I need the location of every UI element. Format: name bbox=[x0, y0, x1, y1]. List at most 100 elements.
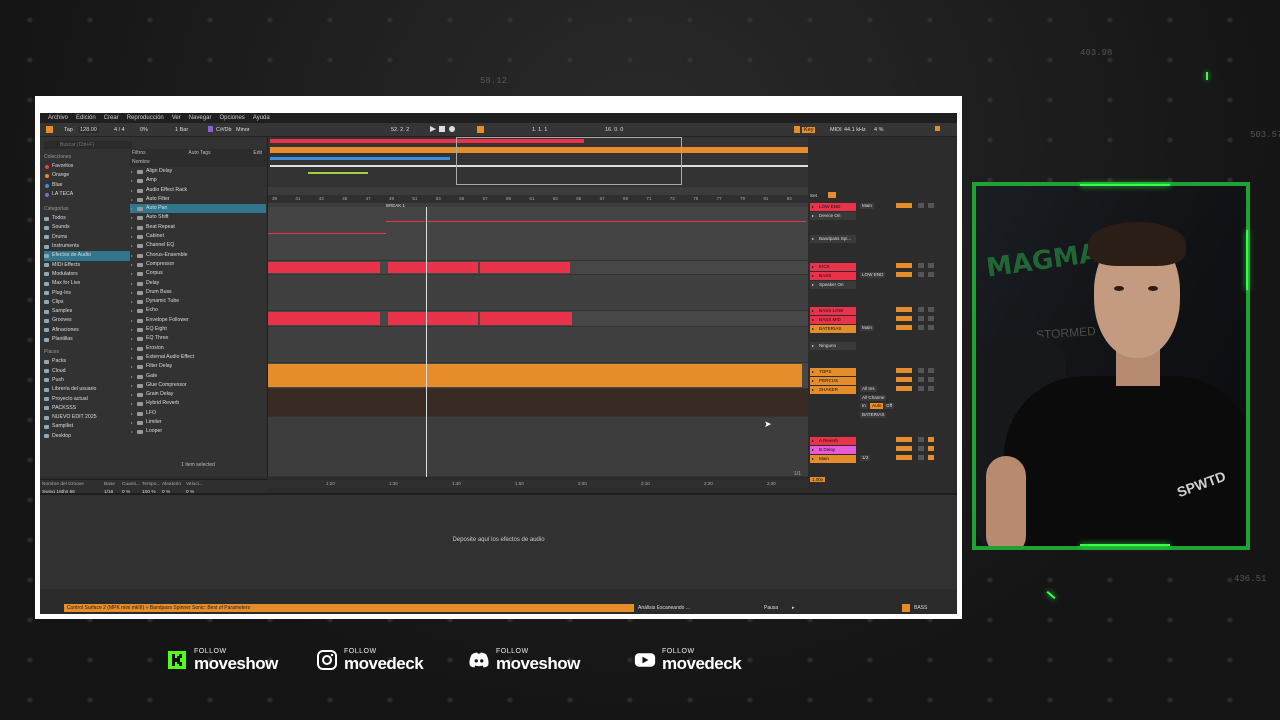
key-map-button[interactable]: Key bbox=[802, 127, 816, 133]
solo-button[interactable] bbox=[918, 263, 924, 268]
arm-button[interactable] bbox=[928, 203, 934, 208]
menu-3[interactable]: Reproducción bbox=[127, 115, 164, 121]
place-item[interactable]: Proyecto actual bbox=[44, 395, 130, 404]
mixer-track-header[interactable]: ▸ Main bbox=[810, 455, 856, 463]
midi-map-button[interactable]: MIDI bbox=[830, 127, 842, 133]
menu-6[interactable]: Opciones bbox=[219, 115, 244, 121]
fold-arrow-icon[interactable]: ▸ bbox=[812, 342, 814, 350]
tempo-field[interactable]: 128.00 bbox=[78, 127, 99, 133]
solo-button[interactable] bbox=[918, 203, 924, 208]
audio-clip[interactable] bbox=[388, 262, 478, 273]
effect-item[interactable]: ▸ Filter Delay bbox=[130, 362, 266, 371]
meter-field[interactable]: 4 / 4 bbox=[114, 127, 125, 133]
expand-arrow-icon[interactable]: ▸ bbox=[131, 381, 133, 390]
arrangement-record-icon[interactable] bbox=[828, 192, 836, 198]
track-lane[interactable] bbox=[268, 311, 808, 327]
effect-item[interactable]: ▸ Cabinet bbox=[130, 232, 266, 241]
effect-item[interactable]: ▸ Auto Filter bbox=[130, 195, 266, 204]
loop-start-field[interactable]: 1. 1. 1 bbox=[532, 127, 547, 133]
effect-item[interactable]: ▸ Envelope Follower bbox=[130, 316, 266, 325]
mixer-track-header[interactable]: ▸ A Reverb bbox=[810, 437, 856, 445]
category-item[interactable]: Efectos de Audio bbox=[44, 251, 130, 261]
mixer-track-header[interactable]: ▸ Ninguno bbox=[810, 342, 856, 350]
fold-arrow-icon[interactable]: ▸ bbox=[812, 437, 814, 445]
expand-arrow-icon[interactable]: ▸ bbox=[131, 344, 133, 353]
effect-item[interactable]: ▸ LFO bbox=[130, 409, 266, 418]
effect-item[interactable]: ▸ Looper bbox=[130, 427, 266, 436]
category-item[interactable]: Todos bbox=[44, 214, 130, 223]
category-item[interactable]: Afinaciones bbox=[44, 326, 130, 335]
volume-field[interactable] bbox=[896, 455, 912, 460]
overview-view-box[interactable] bbox=[456, 137, 682, 185]
key-select[interactable]: C#/Db bbox=[216, 127, 232, 133]
effect-item[interactable]: ▸ Echo bbox=[130, 306, 266, 315]
expand-arrow-icon[interactable]: ▸ bbox=[131, 297, 133, 306]
overview-strip[interactable] bbox=[268, 137, 906, 187]
auto-tags-button[interactable]: Auto Tags bbox=[188, 149, 210, 158]
category-item[interactable]: Samples bbox=[44, 307, 130, 316]
effect-item[interactable]: ▸ Corpus bbox=[130, 269, 266, 278]
menu-7[interactable]: Ayuda bbox=[253, 115, 270, 121]
solo-button[interactable] bbox=[918, 386, 924, 391]
category-item[interactable]: Plug-Ins bbox=[44, 289, 130, 298]
io-select[interactable]: Main bbox=[860, 203, 874, 209]
track-lane[interactable] bbox=[268, 327, 808, 363]
main-ratio[interactable]: 1.00x bbox=[810, 477, 826, 482]
expand-arrow-icon[interactable]: ▸ bbox=[131, 232, 133, 241]
collection-item[interactable]: Favoritos bbox=[44, 162, 130, 171]
audio-clip[interactable] bbox=[268, 312, 380, 325]
fold-arrow-icon[interactable]: ▸ bbox=[812, 281, 814, 289]
effect-item[interactable]: ▸ Align Delay bbox=[130, 167, 266, 176]
expand-arrow-icon[interactable]: ▸ bbox=[131, 306, 133, 315]
monitor-in-button[interactable]: In bbox=[860, 403, 868, 409]
audio-clip[interactable] bbox=[480, 262, 570, 273]
expand-arrow-icon[interactable]: ▸ bbox=[131, 279, 133, 288]
arm-button[interactable] bbox=[928, 307, 934, 312]
effect-item[interactable]: ▸ Glue Compressor bbox=[130, 381, 266, 390]
mixer-track-header[interactable]: ▸ Device On bbox=[810, 212, 856, 220]
menu-1[interactable]: Edición bbox=[76, 115, 96, 121]
expand-arrow-icon[interactable]: ▸ bbox=[131, 316, 133, 325]
solo-button[interactable] bbox=[918, 455, 924, 460]
solo-button[interactable] bbox=[918, 325, 924, 330]
track-lane[interactable] bbox=[268, 363, 808, 389]
mixer-track-header[interactable]: ▸ SHAKER bbox=[810, 386, 856, 394]
category-item[interactable]: Drums bbox=[44, 233, 130, 242]
arm-button[interactable] bbox=[928, 368, 934, 373]
mixer-track-header[interactable]: ▸ PERCUS bbox=[810, 377, 856, 385]
volume-field[interactable] bbox=[896, 203, 912, 208]
expand-arrow-icon[interactable]: ▸ bbox=[131, 362, 133, 371]
io-select[interactable]: BATERIAS bbox=[860, 412, 887, 418]
quantize-select[interactable]: 1 Bar bbox=[175, 127, 188, 133]
volume-field[interactable] bbox=[896, 386, 912, 391]
expand-arrow-icon[interactable]: ▸ bbox=[131, 353, 133, 362]
pause-button[interactable]: Pausa bbox=[764, 605, 778, 611]
category-item[interactable]: Instruments bbox=[44, 242, 130, 251]
track-lane[interactable] bbox=[268, 417, 808, 477]
category-item[interactable]: Plantillas bbox=[44, 335, 130, 344]
overview-toggle-icon[interactable] bbox=[935, 126, 940, 131]
pencil-icon[interactable] bbox=[794, 126, 800, 133]
collection-item[interactable]: Blue bbox=[44, 181, 130, 190]
expand-arrow-icon[interactable]: ▸ bbox=[131, 427, 133, 436]
fold-arrow-icon[interactable]: ▸ bbox=[812, 212, 814, 220]
arm-button[interactable] bbox=[928, 437, 934, 442]
solo-button[interactable] bbox=[918, 368, 924, 373]
time-ruler[interactable]: 1:20 1:30 1:40 1:50 2:00 2:10 2:20 2:30 bbox=[268, 480, 808, 488]
mixer-track-header[interactable]: ▸ Speaker On bbox=[810, 281, 856, 289]
io-select[interactable]: LOW END bbox=[860, 272, 886, 278]
expand-arrow-icon[interactable]: ▸ bbox=[131, 186, 133, 195]
expand-arrow-icon[interactable]: ▸ bbox=[131, 213, 133, 222]
track-lane[interactable] bbox=[268, 389, 808, 417]
fold-arrow-icon[interactable]: ▸ bbox=[812, 368, 814, 376]
category-item[interactable]: Sounds bbox=[44, 223, 130, 232]
category-item[interactable]: MIDI Effects bbox=[44, 261, 130, 270]
effect-item[interactable]: ▸ Limiter bbox=[130, 418, 266, 427]
solo-button[interactable] bbox=[918, 446, 924, 451]
solo-button[interactable] bbox=[918, 272, 924, 277]
fold-arrow-icon[interactable]: ▸ bbox=[812, 263, 814, 271]
place-item[interactable]: Desktop bbox=[44, 432, 130, 441]
effect-item[interactable]: ▸ Channel EQ bbox=[130, 241, 266, 250]
io-select[interactable]: 1/2 bbox=[860, 455, 871, 461]
fold-arrow-icon[interactable]: ▸ bbox=[812, 377, 814, 385]
